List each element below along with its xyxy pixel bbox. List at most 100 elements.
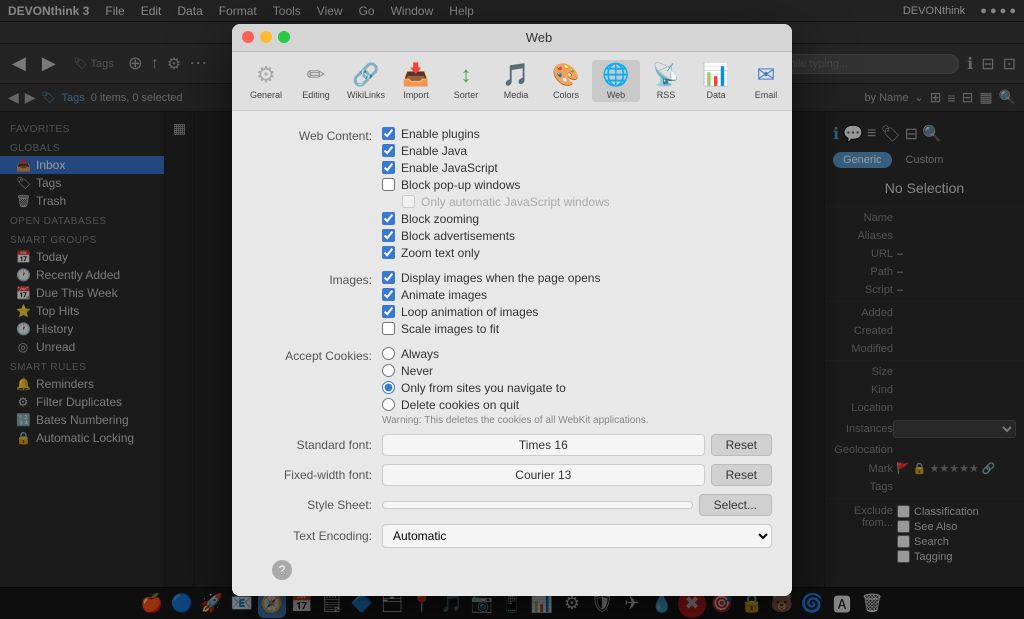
encoding-select-wrapper: Automatic UTF-8 UTF-16 xyxy=(382,524,772,548)
rss-label: RSS xyxy=(657,90,676,100)
checkbox-ads: Block advertisements xyxy=(382,229,772,243)
encoding-row: Text Encoding: Automatic UTF-8 UTF-16 xyxy=(252,524,772,548)
web-preferences-modal: Web ⚙ General ✏ Editing 🔗 WikiLinks 📥 Im… xyxy=(232,24,792,596)
checkbox-zoom-text: Zoom text only xyxy=(382,246,772,260)
fixed-font-display: Courier 13 xyxy=(382,464,705,486)
checkbox-display-images: Display images when the page opens xyxy=(382,271,772,285)
radio-from-sites-input[interactable] xyxy=(382,381,395,394)
data-icon: 📊 xyxy=(702,62,729,88)
checkbox-popup: Block pop-up windows xyxy=(382,178,772,192)
checkbox-popup-input[interactable] xyxy=(382,178,395,191)
fixed-font-row: Fixed-width font: Courier 13 Reset xyxy=(252,464,772,486)
modal-tool-media[interactable]: 🎵 Media xyxy=(492,60,540,102)
modal-titlebar: Web xyxy=(232,24,792,52)
checkbox-javascript-label: Enable JavaScript xyxy=(401,161,498,175)
modal-tool-general[interactable]: ⚙ General xyxy=(242,60,290,102)
radio-never: Never xyxy=(382,364,772,378)
std-font-reset-button[interactable]: Reset xyxy=(711,434,772,456)
modal-tool-import[interactable]: 📥 Import xyxy=(392,60,440,102)
modal-tool-colors[interactable]: 🎨 Colors xyxy=(542,60,590,102)
wikilinks-icon: 🔗 xyxy=(352,62,379,88)
checkbox-zoom-text-label: Zoom text only xyxy=(401,246,480,260)
checkbox-javascript-input[interactable] xyxy=(382,161,395,174)
help-button[interactable]: ? xyxy=(272,560,292,580)
checkbox-animate-label: Animate images xyxy=(401,288,487,302)
modal-tool-editing[interactable]: ✏ Editing xyxy=(292,60,340,102)
radio-delete-quit: Delete cookies on quit xyxy=(382,398,772,412)
cookie-warning: Warning: This deletes the cookies of all… xyxy=(382,415,772,426)
modal-tool-email[interactable]: ✉ Email xyxy=(742,60,790,102)
checkbox-ads-input[interactable] xyxy=(382,229,395,242)
checkbox-loop-label: Loop animation of images xyxy=(401,305,538,319)
checkbox-plugins-input[interactable] xyxy=(382,127,395,140)
radio-delete-quit-input[interactable] xyxy=(382,398,395,411)
stylesheet-row: Style Sheet: Select... xyxy=(252,494,772,516)
checkbox-auto-js: Only automatic JavaScript windows xyxy=(402,195,772,209)
checkbox-java-input[interactable] xyxy=(382,144,395,157)
sorter-label: Sorter xyxy=(454,90,479,100)
radio-always-label: Always xyxy=(401,347,439,361)
checkbox-zoom-text-input[interactable] xyxy=(382,246,395,259)
colors-icon: 🎨 xyxy=(552,62,579,88)
modal-tool-sorter[interactable]: ↕ Sorter xyxy=(442,60,490,102)
checkbox-animate-input[interactable] xyxy=(382,288,395,301)
radio-delete-quit-label: Delete cookies on quit xyxy=(401,398,519,412)
radio-never-input[interactable] xyxy=(382,364,395,377)
modal-help-row: ? xyxy=(252,556,772,580)
checkbox-auto-js-label: Only automatic JavaScript windows xyxy=(421,195,610,209)
checkbox-java: Enable Java xyxy=(382,144,772,158)
modal-overlay: Web ⚙ General ✏ Editing 🔗 WikiLinks 📥 Im… xyxy=(0,0,1024,619)
modal-tool-web[interactable]: 🌐 Web xyxy=(592,60,640,102)
radio-always-input[interactable] xyxy=(382,347,395,360)
checkbox-scale-label: Scale images to fit xyxy=(401,322,499,336)
web-content-label: Web Content: xyxy=(252,127,382,143)
cookies-radios: Always Never Only from sites you navigat… xyxy=(382,347,772,426)
modal-toolbar: ⚙ General ✏ Editing 🔗 WikiLinks 📥 Import… xyxy=(232,52,792,111)
radio-from-sites-label: Only from sites you navigate to xyxy=(401,381,566,395)
sorter-icon: ↕ xyxy=(461,62,472,88)
media-icon: 🎵 xyxy=(502,62,529,88)
web-icon: 🌐 xyxy=(602,62,629,88)
checkbox-scale-input[interactable] xyxy=(382,322,395,335)
web-label: Web xyxy=(607,90,625,100)
wikilinks-label: WikiLinks xyxy=(347,90,385,100)
general-label: General xyxy=(250,90,282,100)
checkbox-loop-input[interactable] xyxy=(382,305,395,318)
stylesheet-label: Style Sheet: xyxy=(252,498,382,512)
modal-tool-wikilinks[interactable]: 🔗 WikiLinks xyxy=(342,60,390,102)
std-font-label: Standard font: xyxy=(252,438,382,452)
checkbox-zooming-label: Block zooming xyxy=(401,212,479,226)
email-icon: ✉ xyxy=(757,62,775,88)
fixed-font-label: Fixed-width font: xyxy=(252,468,382,482)
checkbox-ads-label: Block advertisements xyxy=(401,229,515,243)
checkbox-display-images-input[interactable] xyxy=(382,271,395,284)
images-checkboxes: Display images when the page opens Anima… xyxy=(382,271,772,339)
encoding-select[interactable]: Automatic UTF-8 UTF-16 xyxy=(382,524,772,548)
stylesheet-select-button[interactable]: Select... xyxy=(699,494,772,516)
checkbox-popup-label: Block pop-up windows xyxy=(401,178,520,192)
fixed-font-reset-button[interactable]: Reset xyxy=(711,464,772,486)
import-icon: 📥 xyxy=(402,62,429,88)
radio-from-sites: Only from sites you navigate to xyxy=(382,381,772,395)
checkbox-plugins: Enable plugins xyxy=(382,127,772,141)
images-section: Images: Display images when the page ope… xyxy=(252,271,772,339)
checkbox-zooming-input[interactable] xyxy=(382,212,395,225)
modal-minimize-button[interactable] xyxy=(260,31,272,43)
modal-web-content: Web Content: Enable plugins Enable Java … xyxy=(232,111,792,596)
modal-tool-rss[interactable]: 📡 RSS xyxy=(642,60,690,102)
import-label: Import xyxy=(403,90,429,100)
modal-zoom-button[interactable] xyxy=(278,31,290,43)
web-content-section: Web Content: Enable plugins Enable Java … xyxy=(252,127,772,263)
stylesheet-display xyxy=(382,501,693,509)
general-icon: ⚙ xyxy=(256,62,276,88)
rss-icon: 📡 xyxy=(652,62,679,88)
checkbox-animate: Animate images xyxy=(382,288,772,302)
cookies-section: Accept Cookies: Always Never Only from s… xyxy=(252,347,772,426)
encoding-label: Text Encoding: xyxy=(252,529,382,543)
modal-tool-data[interactable]: 📊 Data xyxy=(692,60,740,102)
cookies-label: Accept Cookies: xyxy=(252,347,382,363)
modal-close-button[interactable] xyxy=(242,31,254,43)
web-content-checkboxes: Enable plugins Enable Java Enable JavaSc… xyxy=(382,127,772,263)
checkbox-display-images-label: Display images when the page opens xyxy=(401,271,600,285)
radio-always: Always xyxy=(382,347,772,361)
